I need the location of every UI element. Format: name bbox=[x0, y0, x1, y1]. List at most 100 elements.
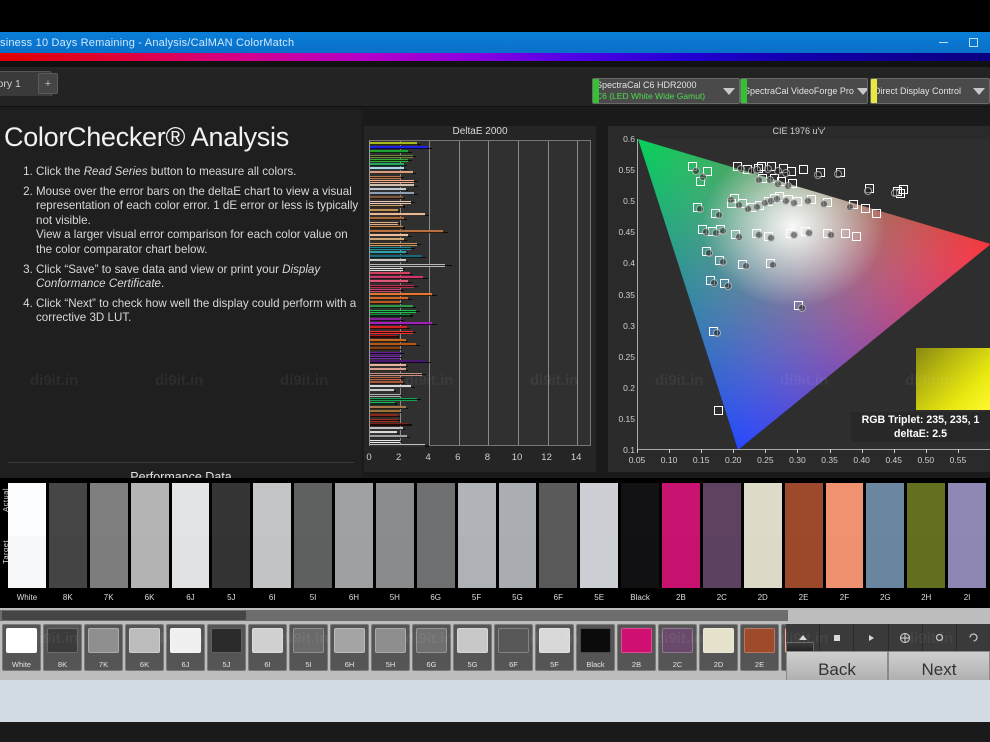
cie-measured-marker[interactable] bbox=[826, 231, 835, 240]
thumbnail-swatch bbox=[662, 628, 693, 653]
cie-measured-marker[interactable] bbox=[863, 186, 872, 195]
color-comparator-chart[interactable]: Actual Target White 8K 7K 6K 6J 5J 6I 5I 6H 5H 6G 5… bbox=[0, 478, 990, 608]
comparator-patch[interactable]: 6J bbox=[171, 483, 210, 602]
patch-thumbnail[interactable]: 7K bbox=[84, 624, 123, 671]
comparator-patch[interactable]: 6K bbox=[130, 483, 169, 602]
cie-target-marker[interactable] bbox=[840, 229, 850, 239]
comparator-patch[interactable]: 2D bbox=[743, 483, 782, 602]
patch-thumbnail[interactable]: 6I bbox=[248, 624, 287, 671]
cie-measured-marker[interactable] bbox=[741, 261, 750, 270]
cie-measured-marker[interactable] bbox=[734, 232, 743, 241]
comparator-patch[interactable]: 2C bbox=[702, 483, 741, 602]
patch-thumbnail[interactable]: Black bbox=[576, 624, 615, 671]
cie-measured-marker[interactable] bbox=[890, 189, 899, 198]
deltae-bar-marker bbox=[370, 432, 399, 434]
cie-measured-marker[interactable] bbox=[702, 227, 711, 236]
settings-icon[interactable] bbox=[923, 624, 957, 651]
cie-measured-marker[interactable] bbox=[797, 303, 806, 312]
comparator-patch[interactable]: 2F bbox=[825, 483, 864, 602]
cie-measured-marker[interactable] bbox=[709, 278, 718, 287]
cie-measured-marker[interactable] bbox=[773, 179, 782, 188]
comparator-patch[interactable]: 5G bbox=[498, 483, 537, 602]
cie-target-marker[interactable] bbox=[851, 231, 861, 241]
cie-measured-marker[interactable] bbox=[804, 228, 813, 237]
cie-measured-marker[interactable] bbox=[714, 210, 723, 219]
device-selector-meter[interactable]: SpectraCal C6 HDR2000 C6 (LED White Wide… bbox=[592, 78, 740, 104]
comparator-patch[interactable]: 2I bbox=[948, 483, 986, 602]
cie-measured-marker[interactable] bbox=[754, 176, 763, 185]
scrollbar-thumb[interactable] bbox=[2, 611, 246, 620]
cie-measured-marker[interactable] bbox=[712, 329, 721, 338]
cie-measured-marker[interactable] bbox=[718, 258, 727, 267]
cie-measured-marker[interactable] bbox=[736, 164, 745, 173]
target-icon[interactable] bbox=[889, 624, 923, 651]
patch-thumbnail[interactable]: 2C bbox=[658, 624, 697, 671]
cie-measured-marker[interactable] bbox=[782, 168, 791, 177]
history-add-button[interactable]: + bbox=[38, 73, 58, 94]
patch-thumbnail[interactable]: 6H bbox=[330, 624, 369, 671]
cie-target-marker[interactable] bbox=[871, 208, 881, 218]
patch-target bbox=[212, 535, 251, 588]
comparator-patch[interactable]: Black bbox=[621, 483, 659, 602]
deltae-x-axis: 0 2 4 6 8 10 12 14 bbox=[364, 452, 596, 466]
cie-measured-marker[interactable] bbox=[784, 181, 793, 190]
comparator-patch[interactable]: 6G bbox=[416, 483, 455, 602]
patch-actual bbox=[866, 483, 905, 536]
cie-target-marker[interactable] bbox=[799, 164, 809, 174]
comparator-patch[interactable]: 6H bbox=[335, 483, 373, 602]
comparator-patch[interactable]: 2B bbox=[662, 483, 700, 602]
comparator-patch[interactable]: 6I bbox=[253, 483, 292, 602]
patch-thumbnail[interactable]: 2D bbox=[699, 624, 738, 671]
cie-x-tick: 0.40 bbox=[853, 455, 870, 465]
comparator-patch[interactable]: 8K bbox=[48, 483, 87, 602]
patch-thumbnail[interactable]: 6J bbox=[166, 624, 205, 671]
cie-measured-marker[interactable] bbox=[781, 197, 790, 206]
patch-thumbnail[interactable]: 2E bbox=[740, 624, 779, 671]
patch-thumbnail[interactable]: 6G bbox=[412, 624, 451, 671]
patch-thumbnail[interactable]: 2B bbox=[617, 624, 656, 671]
play-icon[interactable] bbox=[854, 624, 889, 651]
comparator-patch[interactable]: 5E bbox=[580, 483, 619, 602]
cie-measured-marker[interactable] bbox=[773, 166, 782, 175]
cie-measured-marker[interactable] bbox=[727, 195, 736, 204]
patch-thumbnail[interactable]: 6F bbox=[494, 624, 533, 671]
comparator-patch[interactable]: 2E bbox=[784, 483, 823, 602]
cie-target-marker[interactable] bbox=[713, 406, 723, 416]
patch-thumbnail[interactable]: 5J bbox=[207, 624, 246, 671]
chevron-down-icon[interactable] bbox=[856, 79, 867, 103]
patch-thumbnail[interactable]: 5G bbox=[453, 624, 492, 671]
cie-measured-marker[interactable] bbox=[813, 171, 822, 180]
deltae-plot-area[interactable] bbox=[369, 140, 591, 447]
comparator-patch[interactable]: 2G bbox=[866, 483, 905, 602]
playback-controls[interactable] bbox=[786, 624, 990, 651]
patch-thumbnail[interactable]: 5I bbox=[289, 624, 328, 671]
device-selector-display-control[interactable]: Direct Display Control bbox=[870, 78, 990, 104]
chevron-down-icon[interactable] bbox=[969, 79, 989, 103]
cie-measured-marker[interactable] bbox=[723, 281, 732, 290]
patch-thumbnail[interactable]: White bbox=[2, 624, 41, 671]
comparator-patch[interactable]: 5I bbox=[294, 483, 332, 602]
patch-thumbnail[interactable]: 6K bbox=[125, 624, 164, 671]
cie-target-marker[interactable] bbox=[860, 204, 870, 214]
chevron-down-icon[interactable] bbox=[719, 79, 739, 103]
comparator-patch[interactable]: 2H bbox=[907, 483, 946, 602]
patch-thumbnail[interactable]: 5F bbox=[535, 624, 574, 671]
cie-measured-marker[interactable] bbox=[789, 199, 798, 208]
cie-measured-marker[interactable] bbox=[772, 194, 781, 203]
comparator-patch[interactable]: 5F bbox=[457, 483, 496, 602]
maximize-icon[interactable] bbox=[958, 32, 988, 53]
deltae-chart[interactable]: DeltaE 2000 0 2 4 6 8 10 12 14 bbox=[364, 126, 596, 472]
refresh-icon[interactable] bbox=[957, 624, 990, 651]
comparator-patch[interactable]: 6F bbox=[539, 483, 578, 602]
comparator-patch[interactable]: 5H bbox=[375, 483, 414, 602]
stop-icon[interactable] bbox=[820, 624, 855, 651]
comparator-patch[interactable]: 5J bbox=[212, 483, 251, 602]
minimize-icon[interactable] bbox=[928, 32, 958, 53]
deltae-bar-marker bbox=[370, 214, 430, 216]
cie-target-marker[interactable] bbox=[898, 184, 908, 194]
patch-thumbnail[interactable]: 8K bbox=[43, 624, 82, 671]
comparator-patch[interactable]: White bbox=[8, 483, 46, 602]
comparator-patch[interactable]: 7K bbox=[89, 483, 128, 602]
device-selector-pattern-generator[interactable]: SpectraCal VideoForge Pro bbox=[740, 78, 868, 104]
patch-thumbnail[interactable]: 5H bbox=[371, 624, 410, 671]
